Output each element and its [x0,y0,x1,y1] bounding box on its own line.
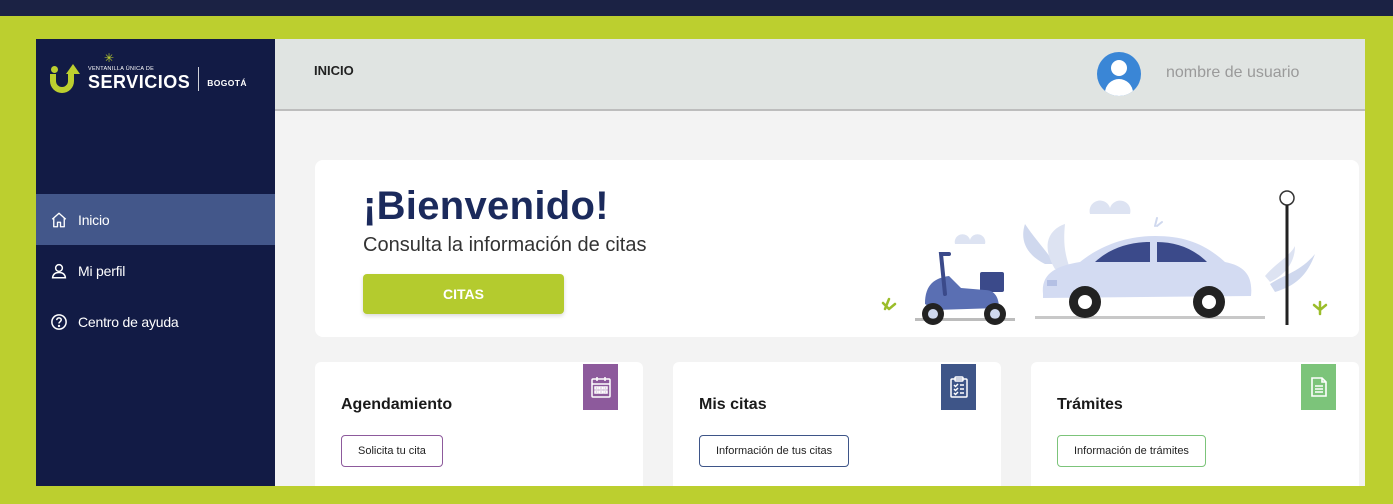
user-name[interactable]: nombre de usuario [1166,64,1299,82]
sidebar-item-label: Centro de ayuda [78,313,179,330]
avatar[interactable] [1097,52,1141,96]
sidebar-item-mi-perfil[interactable]: Mi perfil [36,245,275,296]
sidebar-item-centro-de-ayuda[interactable]: Centro de ayuda [36,296,275,347]
main-content: INICIO nombre de usuario ¡Bienvenido! Co… [275,39,1365,486]
card-title: Mis citas [699,396,767,413]
clipboard-icon [941,364,976,410]
logo-star-icon: ✳ [104,51,115,65]
app-window: VENTANILLA ÚNICA DE SERVICIOS BOGOTÁ ✳ I… [36,39,1365,486]
card-title: Agendamiento [341,396,453,413]
outer-frame: VENTANILLA ÚNICA DE SERVICIOS BOGOTÁ ✳ I… [0,16,1393,504]
help-icon [48,311,70,333]
logo-city-text: BOGOTÁ [207,78,247,88]
info-tramites-button[interactable]: Información de trámites [1057,435,1206,467]
sidebar-item-label: Inicio [78,211,110,228]
card-tramites[interactable]: Trámites Información de trámites [1031,362,1359,486]
logo-divider [198,67,200,91]
app-logo[interactable]: VENTANILLA ÚNICA DE SERVICIOS BOGOTÁ ✳ [50,51,247,97]
vehicles-illustration [881,190,1328,325]
breadcrumb[interactable]: INICIO [314,63,354,78]
card-title: Trámites [1057,396,1123,413]
info-citas-button[interactable]: Información de tus citas [699,435,850,467]
calendar-icon [583,364,618,410]
page-title: ¡Bienvenido! [363,184,609,228]
logo-main-text: SERVICIOS [88,72,191,93]
sidebar-item-inicio[interactable]: Inicio [36,194,275,245]
sidebar-item-label: Mi perfil [78,262,126,279]
citas-button[interactable]: CITAS [363,274,564,314]
card-agendamiento[interactable]: Agendamiento Solicita tu cita [315,362,643,486]
welcome-banner: ¡Bienvenido! Consulta la información de … [315,160,1359,337]
sidebar: VENTANILLA ÚNICA DE SERVICIOS BOGOTÁ ✳ I… [36,39,275,486]
avatar-icon [1111,60,1127,76]
user-icon [48,260,70,282]
card-mis-citas[interactable]: Mis citas Información de tus citas [673,362,1001,486]
welcome-subtitle: Consulta la información de citas [363,234,647,256]
top-bar: INICIO nombre de usuario [275,39,1365,111]
solicita-cita-button[interactable]: Solicita tu cita [341,435,443,467]
document-icon [1301,364,1336,410]
logo-icon [50,64,80,94]
sidebar-nav: Inicio Mi perfil Centro de ayuda [36,194,275,347]
home-icon [48,209,70,231]
